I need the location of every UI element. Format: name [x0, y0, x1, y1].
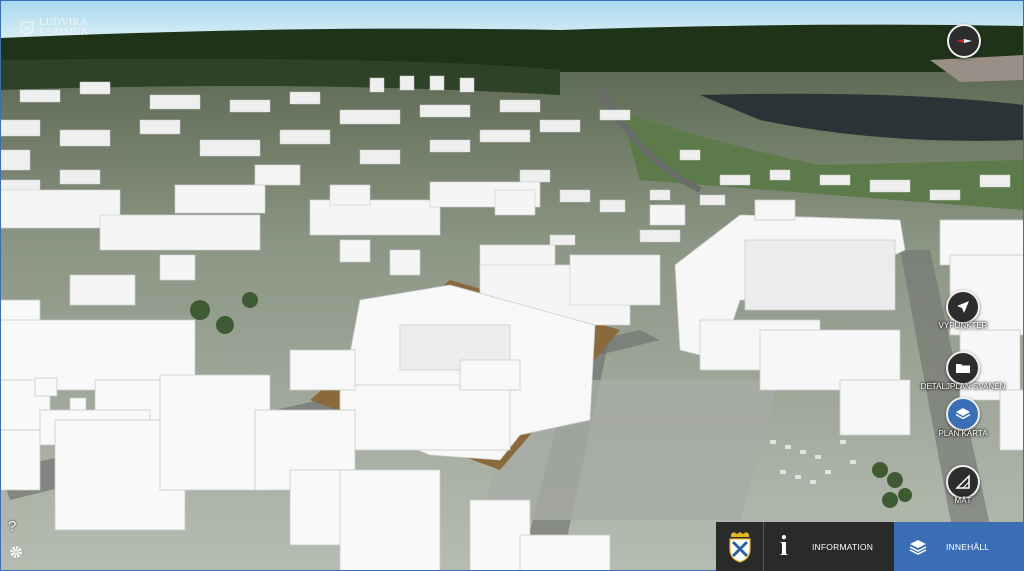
vypunkter-button[interactable] — [946, 290, 980, 324]
folder-icon — [956, 364, 970, 373]
ludvika-kommun-logo: LUDVIKA KOMMUN — [20, 18, 89, 38]
crest-button[interactable] — [716, 522, 764, 571]
detaljplan-button[interactable] — [946, 351, 980, 385]
info-icon: i — [780, 530, 788, 562]
information-button[interactable]: i INFORMATION — [764, 522, 894, 571]
plan-karta-button[interactable] — [946, 397, 980, 431]
3d-city-map-view[interactable] — [0, 0, 1024, 571]
layers-icon — [955, 408, 971, 420]
bottom-toolbar: i INFORMATION INNEHÅLL — [716, 522, 1024, 571]
layers-stack-icon — [909, 539, 927, 555]
mat-label: MÄT — [954, 496, 972, 505]
compass-button[interactable] — [947, 24, 981, 58]
municipal-crest-icon — [728, 531, 751, 563]
brand-line-2: KOMMUN — [39, 27, 89, 38]
detaljplan-label: DETALJPLAN SVANEN — [920, 382, 1006, 391]
compass-icon — [956, 39, 972, 43]
navigation-arrow-icon — [957, 301, 969, 313]
gear-icon — [10, 546, 22, 558]
municipal-shield-icon — [20, 21, 34, 35]
plan-karta-label: PLAN KARTA — [938, 429, 988, 438]
information-label: INFORMATION — [812, 541, 874, 552]
content-label: INNEHÅLL — [946, 541, 990, 552]
vypunkter-label: VYPUNKTER — [938, 321, 988, 330]
help-button[interactable]: ? — [8, 518, 16, 535]
settings-button[interactable] — [8, 544, 24, 564]
mat-button[interactable] — [946, 465, 980, 499]
content-button[interactable]: INNEHÅLL — [894, 522, 1024, 571]
ruler-triangle-icon — [955, 474, 970, 489]
